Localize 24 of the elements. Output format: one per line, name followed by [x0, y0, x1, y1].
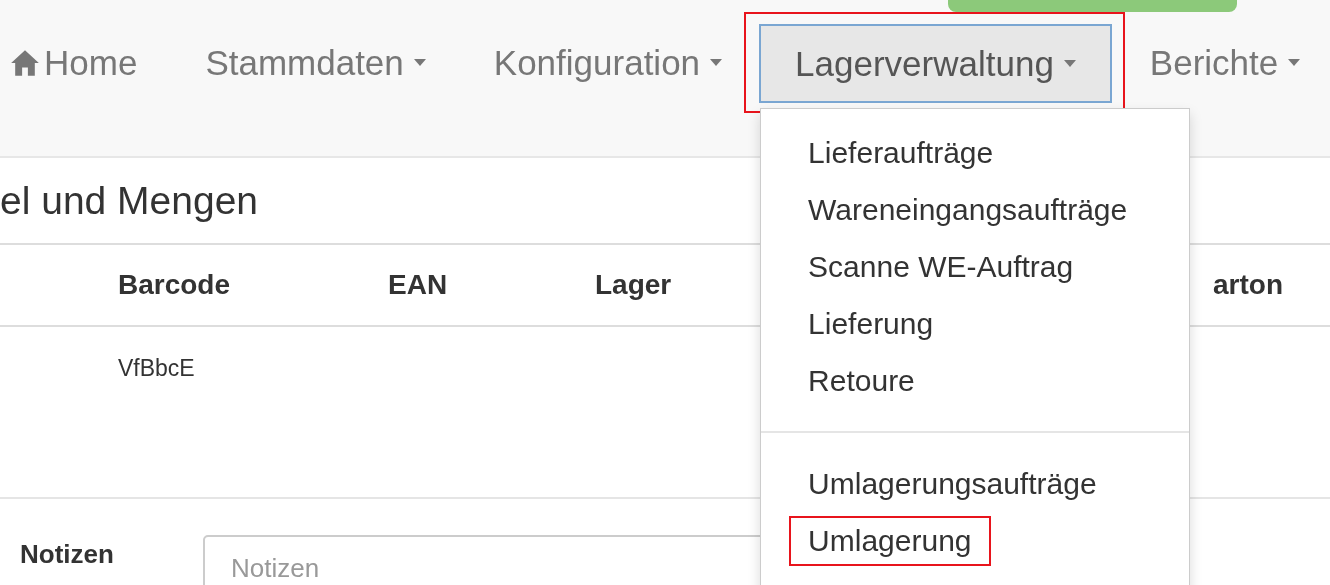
column-header: Barcode	[118, 269, 231, 301]
column-header: EAN	[388, 269, 448, 301]
caret-icon	[1063, 60, 1076, 67]
nav-dropdown-link[interactable]: Konfiguration	[493, 12, 723, 113]
home-link[interactable]: Home	[10, 12, 138, 113]
caret-icon	[1288, 59, 1301, 66]
menu-item[interactable]: Retoure	[789, 356, 934, 406]
nav-dropdown-link[interactable]: Stammdaten	[205, 12, 426, 113]
menu-item[interactable]: Wareneingangsaufträge	[789, 185, 1147, 235]
caret-icon	[413, 59, 426, 66]
home-icon	[10, 48, 40, 77]
column-header: arton	[1213, 269, 1283, 301]
menu-item[interactable]: Lieferaufträge	[789, 128, 1013, 178]
menu-item[interactable]: Lieferung	[789, 299, 953, 349]
menu-item[interactable]: Scanne WE-Auftrag	[789, 242, 1093, 292]
notes-label: Notizen	[20, 539, 115, 570]
section-heading: el und Mengen	[0, 178, 259, 224]
caret-icon	[710, 59, 723, 66]
nav-dropdown-toggle[interactable]: Lagerverwaltung	[759, 24, 1112, 103]
table-cell: VfBbcE	[118, 355, 195, 382]
column-header: Lager	[595, 269, 672, 301]
menu-item[interactable]: Umlagerung	[789, 516, 991, 566]
menu-item[interactable]: Umlagerungsaufträge	[789, 459, 1116, 509]
nav-dropdown-link[interactable]: Berichte	[1149, 12, 1301, 113]
